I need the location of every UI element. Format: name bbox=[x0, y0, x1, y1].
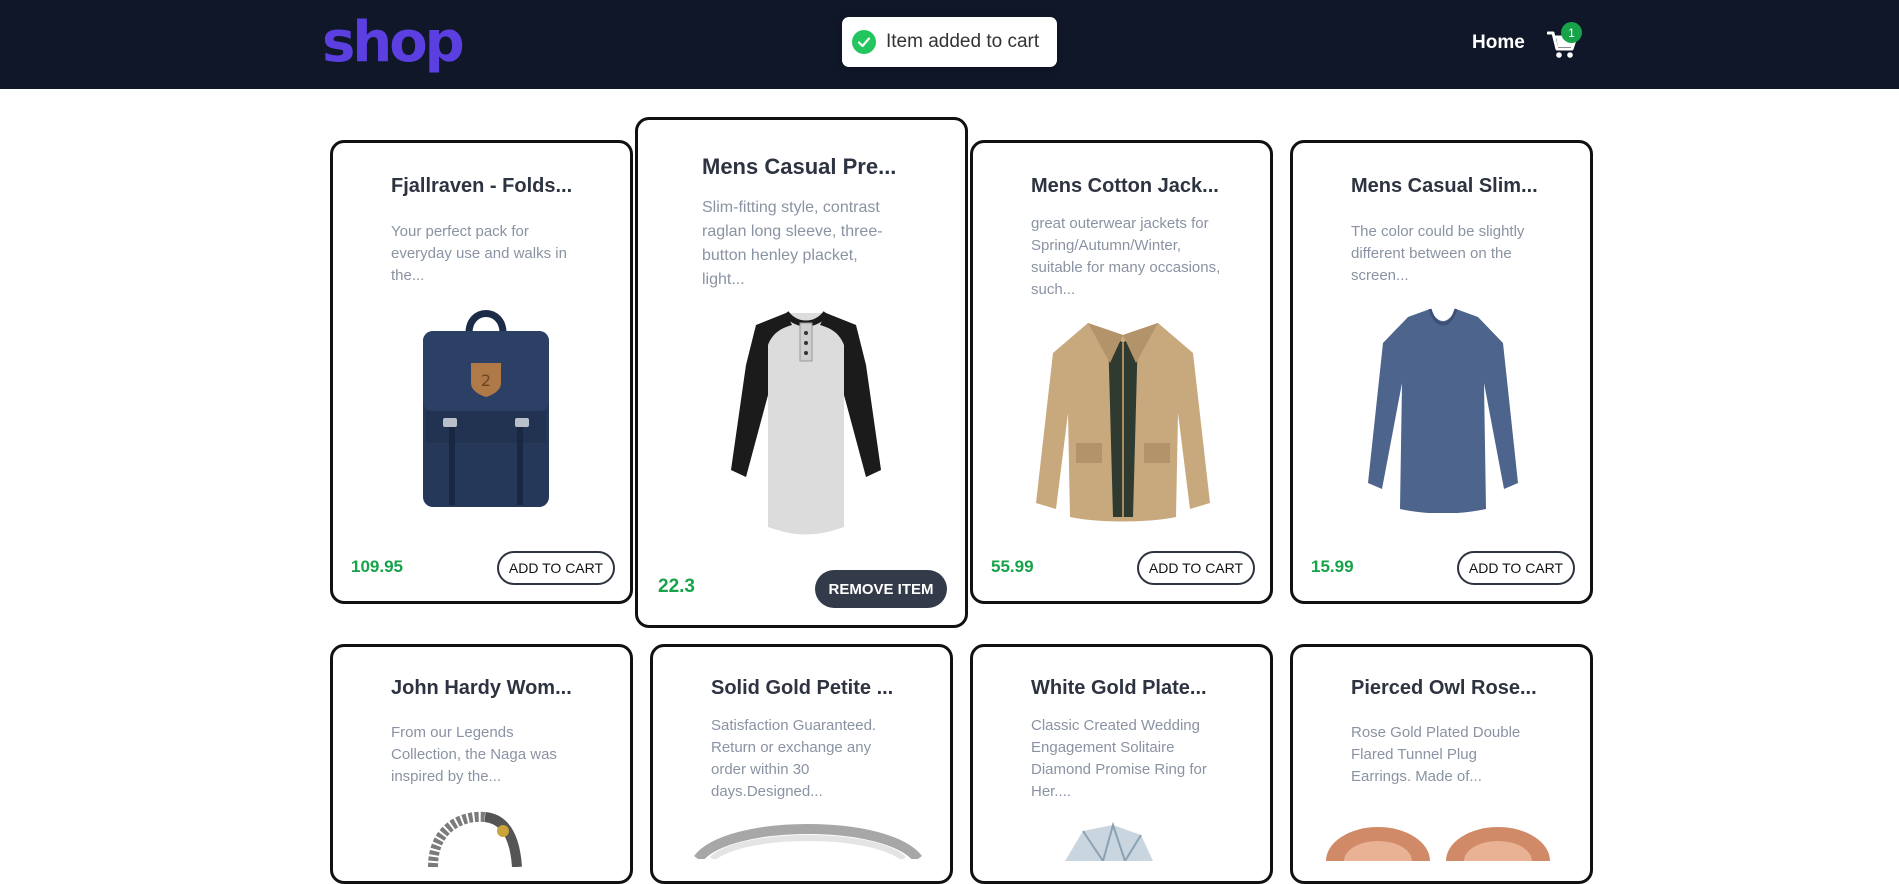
product-card: Mens Casual Slim... The color could be s… bbox=[1290, 140, 1593, 604]
product-title: Solid Gold Petite ... bbox=[711, 677, 894, 699]
cart-count-badge: 1 bbox=[1561, 22, 1582, 43]
product-description: Classic Created Wedding Engagement Solit… bbox=[1031, 717, 1207, 800]
product-description: The color could be slightly different be… bbox=[1351, 223, 1525, 284]
product-image-henley-shirt bbox=[731, 311, 881, 535]
product-description: Your perfect pack for everyday use and w… bbox=[391, 223, 567, 284]
add-to-cart-button[interactable]: ADD TO CART bbox=[497, 551, 615, 585]
product-price: 22.3 bbox=[658, 576, 695, 597]
toast-notification: Item added to cart bbox=[842, 17, 1057, 67]
remove-item-button[interactable]: REMOVE ITEM bbox=[815, 570, 947, 608]
product-card: Mens Cotton Jack... great outerwear jack… bbox=[970, 140, 1273, 604]
add-to-cart-button[interactable]: ADD TO CART bbox=[1137, 551, 1255, 585]
product-description: great outerwear jackets for Spring/Autum… bbox=[1031, 215, 1221, 298]
product-image-plug-earrings bbox=[1326, 827, 1550, 861]
product-card: Solid Gold Petite ... Satisfaction Guara… bbox=[650, 644, 953, 884]
product-title: Mens Casual Pre... bbox=[702, 154, 897, 179]
product-description: Slim-fitting style, contrast raglan long… bbox=[702, 199, 883, 288]
product-title: Mens Cotton Jack... bbox=[1031, 175, 1219, 197]
product-image-cotton-jacket bbox=[1036, 323, 1210, 522]
product-card: White Gold Plate... Classic Created Wedd… bbox=[970, 644, 1273, 884]
product-title: John Hardy Wom... bbox=[391, 677, 572, 699]
product-title: Mens Casual Slim... bbox=[1351, 175, 1538, 197]
product-price: 15.99 bbox=[1311, 557, 1354, 576]
check-circle-icon bbox=[852, 30, 876, 54]
product-title: Pierced Owl Rose... bbox=[1351, 677, 1537, 699]
product-card: John Hardy Wom... From our Legends Colle… bbox=[330, 644, 633, 884]
product-description: Satisfaction Guaranteed. Return or excha… bbox=[711, 717, 877, 800]
product-title: Fjallraven - Folds... bbox=[391, 175, 573, 197]
shop-logo[interactable]: shop bbox=[322, 8, 465, 78]
product-image-bracelet bbox=[428, 811, 522, 867]
product-description: From our Legends Collection, the Naga wa… bbox=[391, 724, 557, 785]
product-price: 109.95 bbox=[351, 557, 403, 576]
product-card: Mens Casual Pre... Slim-fitting style, c… bbox=[635, 117, 968, 628]
nav-home-link[interactable]: Home bbox=[1472, 32, 1525, 54]
product-image-long-sleeve-shirt bbox=[1368, 308, 1518, 513]
product-image-backpack: 2 bbox=[423, 310, 549, 507]
product-image-diamond-ring bbox=[1065, 821, 1153, 861]
navbar: shop Item added to cart Home 1 bbox=[0, 0, 1899, 89]
product-title: White Gold Plate... bbox=[1031, 677, 1207, 699]
product-image-gold-ring bbox=[694, 824, 922, 859]
product-description: Rose Gold Plated Double Flared Tunnel Pl… bbox=[1351, 724, 1521, 785]
product-card: Fjallraven - Folds... Your perfect pack … bbox=[330, 140, 633, 604]
product-card: Pierced Owl Rose... Rose Gold Plated Dou… bbox=[1290, 644, 1593, 884]
svg-text:2: 2 bbox=[481, 371, 491, 390]
add-to-cart-button[interactable]: ADD TO CART bbox=[1457, 551, 1575, 585]
toast-message: Item added to cart bbox=[886, 31, 1040, 52]
product-price: 55.99 bbox=[991, 557, 1034, 576]
